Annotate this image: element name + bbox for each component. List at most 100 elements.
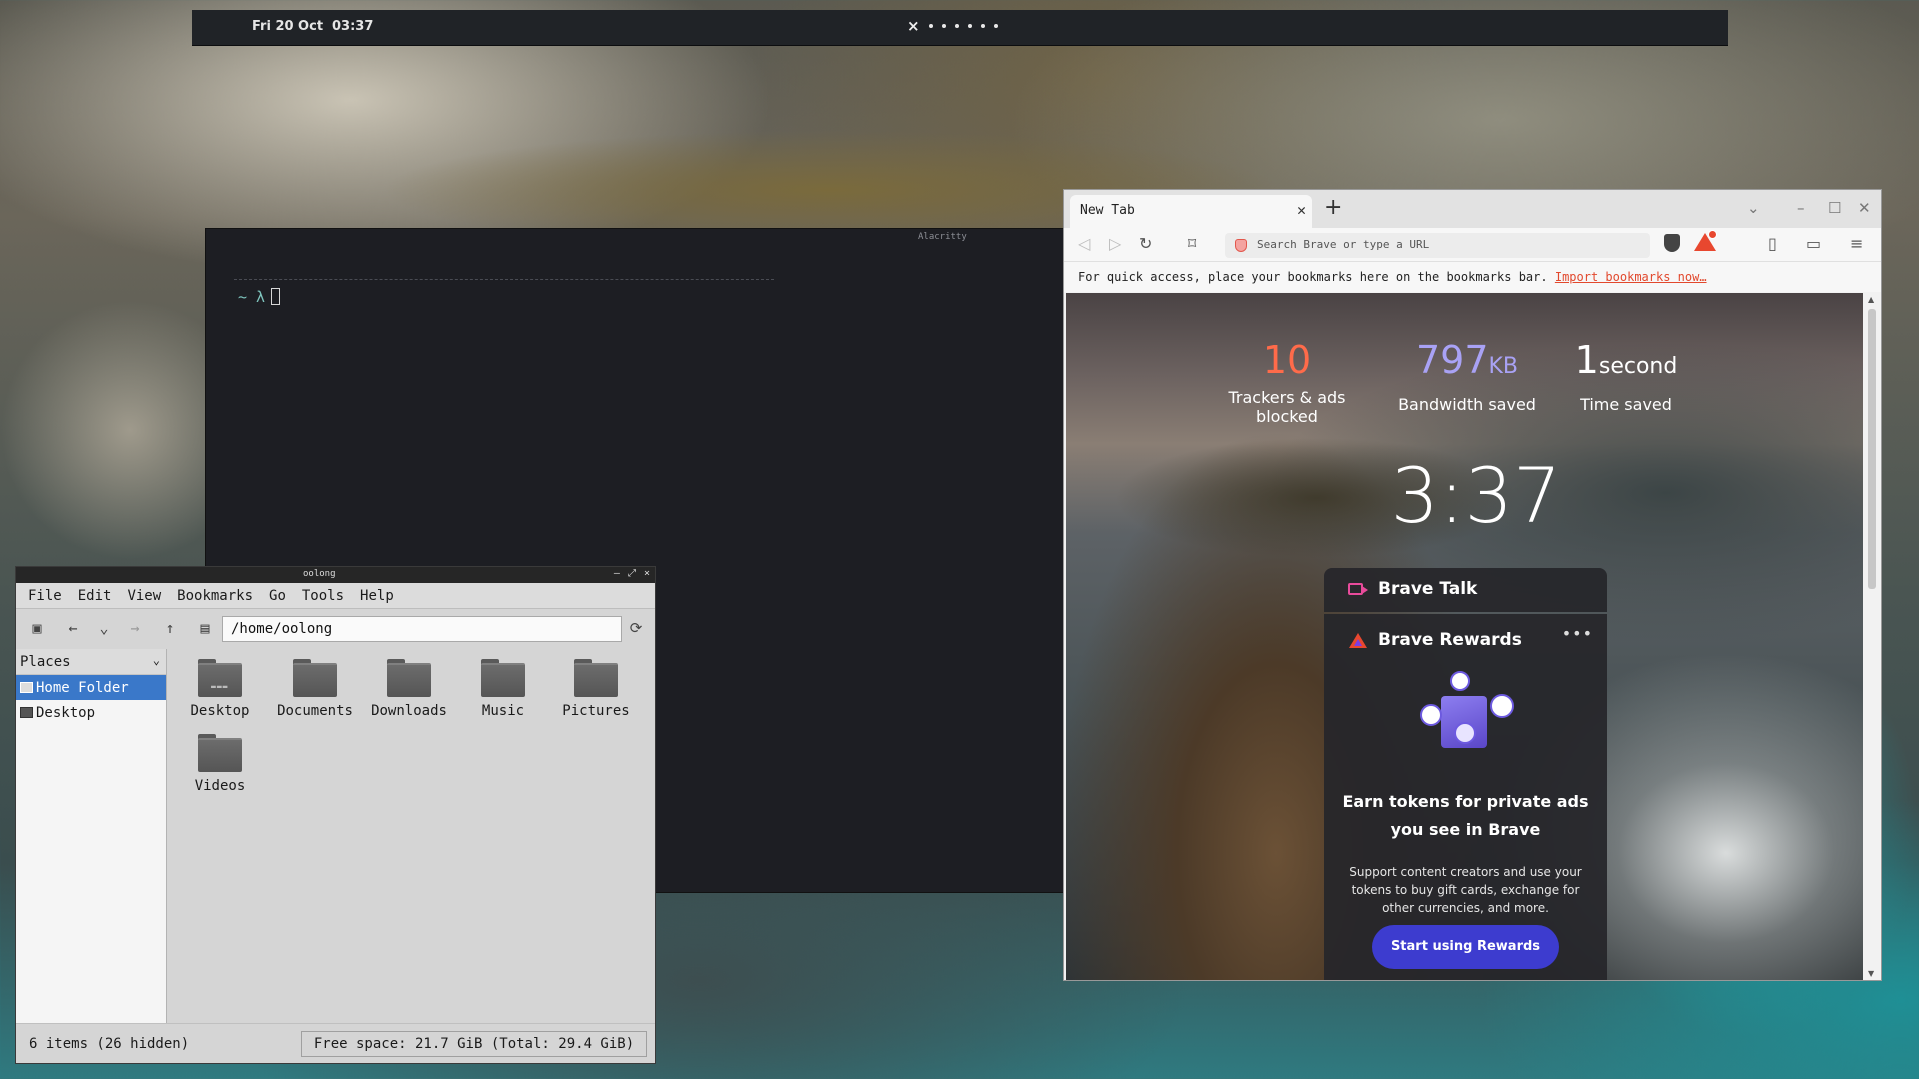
bookmarks-hint: For quick access, place your bookmarks h… — [1078, 270, 1548, 284]
maximize-icon[interactable]: ☐ — [1828, 199, 1841, 217]
address-placeholder: Search Brave or type a URL — [1257, 238, 1430, 251]
brave-rewards-logo-icon — [1349, 633, 1367, 648]
more-options-icon[interactable]: ••• — [1562, 624, 1593, 643]
menu-edit[interactable]: Edit — [70, 588, 120, 604]
close-window-icon[interactable]: ✕ — [1858, 199, 1871, 217]
fm-window-controls[interactable]: – ⤢ × — [614, 568, 651, 579]
scroll-down-icon[interactable]: ▼ — [1868, 969, 1874, 978]
menu-icon[interactable]: ≡ — [1850, 234, 1863, 253]
menu-help[interactable]: Help — [352, 588, 402, 604]
brave-talk-card[interactable]: Brave Talk — [1324, 568, 1607, 612]
free-space: Free space: 21.7 GiB (Total: 29.4 GiB) — [301, 1031, 647, 1057]
back-icon[interactable]: ◁ — [1078, 234, 1090, 253]
history-dropdown-icon[interactable]: ⌄ — [93, 617, 115, 639]
forward-icon[interactable]: ▷ — [1109, 234, 1121, 253]
search-bubble-icon — [1490, 694, 1514, 718]
up-folder-icon[interactable]: ↑ — [159, 617, 181, 639]
folder-pictures[interactable]: Pictures — [551, 659, 641, 719]
forward-icon[interactable]: → — [124, 617, 146, 639]
folder-icon — [198, 734, 242, 772]
bandwidth-value: 797KB — [1392, 338, 1542, 389]
new-tab-button[interactable]: + — [1324, 195, 1342, 220]
rewards-title: Brave Rewards — [1378, 630, 1522, 650]
bandwidth-unit: KB — [1488, 354, 1519, 379]
file-manager-window: oolong – ⤢ × File Edit View Bookmarks Go… — [15, 566, 656, 1064]
folder-label: Pictures — [562, 703, 630, 719]
ntp-clock: 3:37 — [1390, 451, 1562, 540]
menu-view[interactable]: View — [119, 588, 169, 604]
import-bookmarks-link[interactable]: Import bookmarks now… — [1555, 270, 1707, 284]
folder-label: Videos — [194, 778, 246, 794]
menu-file[interactable]: File — [20, 588, 70, 604]
bubble-icon — [1450, 671, 1470, 691]
folder-desktop[interactable]: ▬▬▬ Desktop — [175, 659, 265, 719]
folder-music[interactable]: Music — [458, 659, 548, 719]
workspace-dot[interactable] — [980, 24, 985, 28]
minimize-icon[interactable]: – — [1797, 199, 1805, 217]
sidebar-icon[interactable]: ▯ — [1768, 234, 1777, 253]
time-stat: 1second Time saved — [1566, 338, 1686, 414]
bubble-icon — [1420, 704, 1442, 726]
folder-view: ▬▬▬ Desktop Documents Downloads Music Pi… — [168, 649, 655, 1023]
menu-go[interactable]: Go — [261, 588, 294, 604]
scroll-up-icon[interactable]: ▲ — [1868, 295, 1874, 304]
places-dropdown[interactable]: Places ⌄ — [16, 649, 166, 675]
menu-tools[interactable]: Tools — [294, 588, 352, 604]
time-label: Time saved — [1580, 395, 1672, 414]
folder-label: Downloads — [371, 703, 447, 719]
time-unit: second — [1598, 354, 1678, 379]
folder-downloads[interactable]: Downloads — [364, 659, 454, 719]
reload-icon[interactable]: ↻ — [1139, 234, 1152, 253]
workspace-dot[interactable] — [954, 24, 959, 28]
sidebar-item-label: Desktop — [36, 704, 96, 721]
go-refresh-icon[interactable]: ⟳ — [625, 617, 647, 639]
rewards-badge — [1708, 230, 1717, 239]
fm-toolbar: ▣ ← ⌄ → ↑ ▤ /home/oolong ⟳ — [16, 609, 655, 647]
wallet-icon[interactable]: ▭ — [1806, 234, 1821, 253]
brave-rewards-card: Brave Rewards ••• Earn tokens for privat… — [1324, 614, 1607, 980]
fm-menubar: File Edit View Bookmarks Go Tools Help — [16, 583, 655, 609]
folder-icon — [481, 659, 525, 697]
scrollbar-thumb[interactable] — [1868, 309, 1876, 589]
address-bar[interactable]: Search Brave or type a URL — [1225, 233, 1650, 258]
sidebar-item-home-folder[interactable]: Home Folder — [16, 675, 166, 700]
start-rewards-button[interactable]: Start using Rewards — [1372, 925, 1559, 969]
workspace-dot[interactable] — [928, 24, 933, 28]
desktop-icon — [20, 707, 33, 718]
menu-bookmarks[interactable]: Bookmarks — [169, 588, 261, 604]
bandwidth-stat: 797KB Bandwidth saved — [1392, 338, 1542, 414]
top-panel: Fri 20 Oct 03:37 × — [192, 10, 1728, 46]
rewards-illustration — [1406, 666, 1526, 766]
brave-shields-icon[interactable] — [1664, 234, 1680, 252]
rewards-description: Support content creators and use your to… — [1349, 865, 1582, 915]
workspace-dot[interactable] — [993, 24, 998, 28]
trackers-count: 10 — [1262, 338, 1312, 382]
workspace-close-icon[interactable]: × — [907, 17, 920, 35]
folder-videos[interactable]: Videos — [175, 734, 265, 794]
fm-titlebar[interactable]: oolong – ⤢ × — [16, 567, 655, 583]
sidebar-item-desktop[interactable]: Desktop — [16, 700, 166, 725]
video-camera-icon — [1348, 583, 1368, 595]
location-bar[interactable]: /home/oolong — [222, 616, 622, 642]
workspace-dot[interactable] — [967, 24, 972, 28]
bandwidth-number: 797 — [1415, 338, 1489, 382]
home-icon[interactable]: ▤ — [194, 617, 216, 639]
workspace-dot[interactable] — [941, 24, 946, 28]
back-icon[interactable]: ← — [62, 617, 84, 639]
new-tab-icon[interactable]: ▣ — [26, 617, 48, 639]
tab-search-icon[interactable]: ⌄ — [1747, 199, 1760, 217]
terminal-prompt[interactable]: ~ λ — [238, 288, 281, 306]
time-number: 1 — [1574, 338, 1599, 382]
folder-icon — [574, 659, 618, 697]
page-scrollbar[interactable]: ▲ ▼ — [1865, 293, 1879, 980]
fm-window-title: oolong — [303, 569, 336, 579]
search-engine-icon — [1235, 239, 1247, 252]
folder-icon: ▬▬▬ — [198, 659, 242, 697]
bookmark-icon[interactable]: ⌑ — [1188, 234, 1196, 253]
folder-label: Documents — [277, 703, 353, 719]
sidebar-item-label: Home Folder — [36, 679, 129, 696]
tab-new-tab[interactable]: New Tab ✕ — [1070, 195, 1312, 228]
chevron-down-icon: ⌄ — [152, 653, 160, 667]
tab-close-icon[interactable]: ✕ — [1297, 201, 1306, 219]
folder-documents[interactable]: Documents — [270, 659, 360, 719]
